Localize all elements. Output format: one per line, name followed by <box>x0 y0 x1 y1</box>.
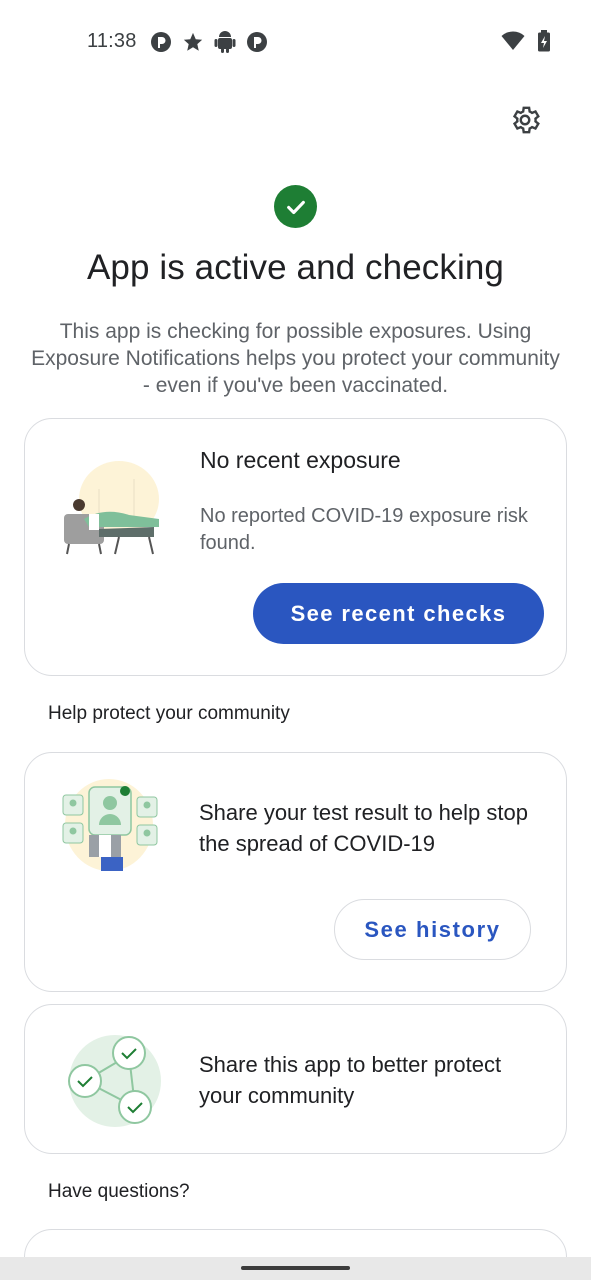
active-check-icon <box>274 185 317 228</box>
status-notification-icons <box>150 30 268 54</box>
star-icon <box>182 31 204 53</box>
settings-button[interactable] <box>503 100 547 144</box>
exposure-title: No recent exposure <box>200 447 401 473</box>
android-icon <box>214 30 236 54</box>
app-p-icon <box>246 31 268 53</box>
page-description: This app is checking for possible exposu… <box>31 320 560 397</box>
status-system-icons <box>501 30 551 57</box>
share-result-illustration <box>59 777 165 882</box>
see-history-button[interactable]: See history <box>334 899 531 960</box>
navigation-bar <box>0 1257 591 1280</box>
share-app-illustration <box>63 1029 163 1134</box>
see-recent-checks-button[interactable]: See recent checks <box>253 583 544 644</box>
share-result-card[interactable]: Share your test result to help stop the … <box>24 752 567 992</box>
share-app-text: Share this app to better protect your co… <box>199 1052 502 1108</box>
battery-icon <box>537 30 551 57</box>
gear-icon <box>508 103 542 142</box>
page-title: App is active and checking <box>86 248 504 287</box>
questions-section-label: Have questions? <box>48 1181 190 1202</box>
status-time: 11:38 <box>87 30 137 52</box>
share-result-text: Share your test result to help stop the … <box>199 800 528 856</box>
help-section-label: Help protect your community <box>48 703 290 724</box>
status-bar: 11:38 <box>0 0 591 84</box>
wifi-icon <box>501 31 525 56</box>
exposure-status-card: No recent exposure No reported COVID-19 … <box>24 418 567 676</box>
app-p-icon <box>150 31 172 53</box>
share-app-card[interactable]: Share this app to better protect your co… <box>24 1004 567 1154</box>
home-gesture-handle[interactable] <box>241 1266 350 1270</box>
exposure-text: No reported COVID-19 exposure risk found… <box>200 505 528 554</box>
relaxing-person-illustration <box>59 459 159 564</box>
